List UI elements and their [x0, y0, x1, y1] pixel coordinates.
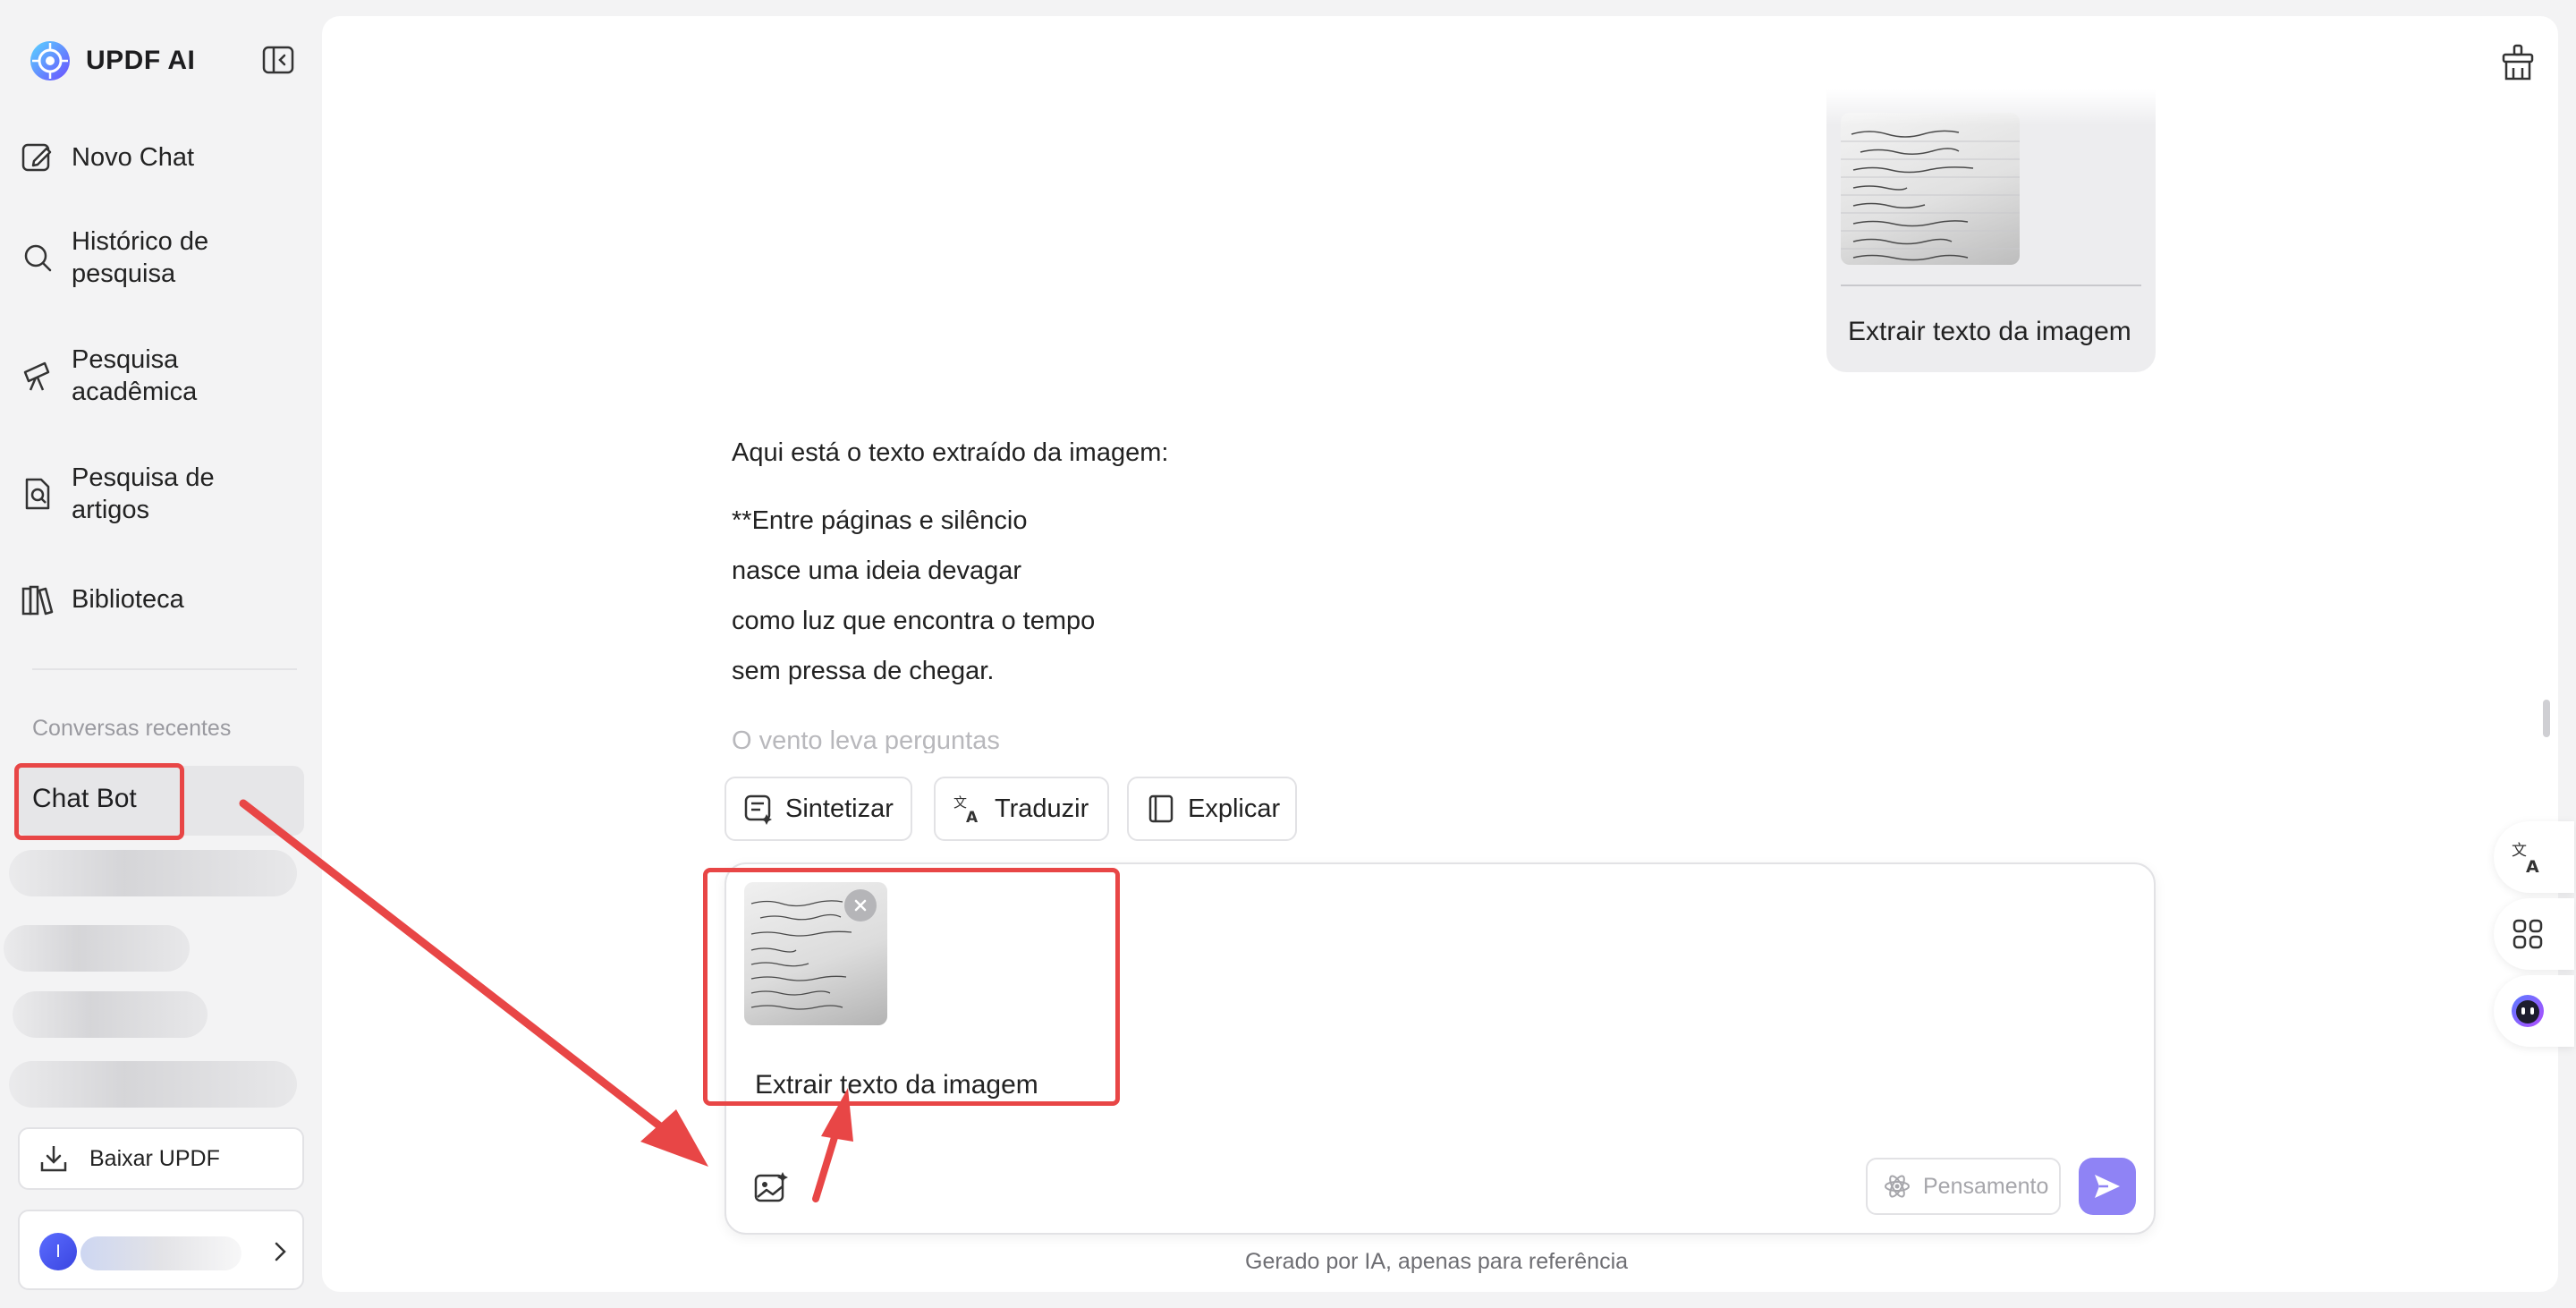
svg-text:文: 文: [953, 794, 967, 811]
account-name-blurred: [80, 1236, 242, 1270]
user-message-bubble: Extrair texto da imagem: [1826, 89, 2156, 372]
brand-name: UPDF AI: [86, 46, 196, 75]
send-button[interactable]: [2079, 1158, 2136, 1215]
updf-logo-icon: [30, 41, 70, 81]
atom-icon: [1885, 1175, 1910, 1198]
nav-item-biblioteca[interactable]: Biblioteca: [20, 582, 297, 617]
translate-icon: 文 A: [953, 794, 979, 825]
nav-item-pesquisa-academica[interactable]: Pesquisa acadêmica: [20, 344, 297, 408]
scroll-fade: [1826, 89, 2156, 125]
recent-chat-item[interactable]: [4, 925, 190, 972]
book-icon: [1148, 794, 1174, 823]
ai-disclaimer: Gerado por IA, apenas para referência: [1245, 1249, 1629, 1274]
nav-label: Pesquisa acadêmica: [72, 345, 198, 406]
search-icon: [24, 244, 52, 272]
floating-translate-button[interactable]: 文 A: [2494, 821, 2574, 893]
avatar: I: [39, 1233, 77, 1270]
ai-reply-line: **Entre páginas e silêncio: [732, 506, 1028, 535]
nav-item-novo-chat[interactable]: Novo Chat: [20, 140, 297, 175]
nav-item-pesquisa-artigos[interactable]: Pesquisa de artigos: [20, 462, 297, 526]
download-icon: [40, 1146, 67, 1172]
clear-chat-icon[interactable]: [2500, 43, 2536, 82]
chevron-right-icon: [275, 1242, 286, 1261]
highlight-box-composer: [703, 868, 1120, 1106]
chip-label: Traduzir: [995, 794, 1089, 823]
sidebar: UPDF AI Novo Chat Histórico de pesquisa P…: [0, 0, 313, 1308]
summarize-icon: [744, 794, 772, 825]
recent-chat-item[interactable]: [9, 850, 297, 896]
download-updf-button[interactable]: Baixar UPDF: [18, 1127, 304, 1190]
traduzir-button[interactable]: 文 A Traduzir: [934, 777, 1109, 841]
svg-text:文: 文: [2512, 842, 2527, 860]
bubble-divider: [1841, 285, 2141, 286]
user-message-text: Extrair texto da imagem: [1848, 317, 2131, 346]
ai-reply-intro: Aqui está o texto extraído da imagem:: [732, 438, 1169, 467]
doc-search-icon: [25, 478, 50, 510]
floating-apps-button[interactable]: [2494, 898, 2574, 970]
ai-assistant-icon: [2512, 995, 2544, 1027]
nav-label: Novo Chat: [72, 143, 195, 172]
apps-grid-icon: [2512, 919, 2543, 949]
send-icon: [2095, 1175, 2120, 1198]
nav-label: Biblioteca: [72, 585, 184, 614]
handwriting-image: [1841, 130, 2020, 261]
nav-item-historico[interactable]: Histórico de pesquisa: [20, 225, 297, 290]
download-label: Baixar UPDF: [89, 1145, 220, 1171]
nav-label: Pesquisa de artigos: [72, 463, 215, 524]
svg-text:A: A: [966, 809, 979, 825]
user-image-thumbnail[interactable]: [1841, 113, 2020, 265]
ai-reply-line: como luz que encontra o tempo: [732, 607, 1096, 635]
floating-assistant-button[interactable]: [2494, 975, 2574, 1047]
translate-icon: 文 A: [2512, 842, 2539, 875]
brand[interactable]: UPDF AI: [29, 39, 195, 82]
thinking-label: Pensamento: [1923, 1173, 2049, 1199]
upload-image-icon[interactable]: [753, 1170, 789, 1204]
sintetizar-button[interactable]: Sintetizar: [724, 777, 912, 841]
ai-reply-line: nasce uma ideia devagar: [732, 556, 1022, 585]
recent-chat-item[interactable]: [13, 991, 208, 1038]
sidebar-divider: [32, 668, 297, 670]
ai-reply-line: sem pressa de chegar.: [732, 657, 995, 685]
ai-reply-line-faded: O vento leva perguntas: [732, 726, 1000, 753]
thinking-toggle[interactable]: Pensamento: [1866, 1158, 2061, 1215]
nav-label: Histórico de pesquisa: [72, 227, 209, 288]
explicar-button[interactable]: Explicar: [1127, 777, 1297, 841]
recent-label: Conversas recentes: [32, 716, 232, 741]
telescope-icon: [23, 361, 50, 391]
recent-chat-item[interactable]: [9, 1061, 297, 1108]
library-icon: [21, 585, 54, 616]
highlight-box-chatbot: [14, 763, 184, 840]
account-switcher[interactable]: I: [18, 1210, 304, 1290]
scrollbar-thumb[interactable]: [2543, 700, 2550, 737]
svg-text:A: A: [2526, 857, 2539, 875]
chip-label: Sintetizar: [785, 794, 894, 823]
collapse-sidebar-icon[interactable]: [261, 45, 295, 75]
chip-label: Explicar: [1188, 794, 1281, 823]
edit-icon: [21, 143, 52, 172]
